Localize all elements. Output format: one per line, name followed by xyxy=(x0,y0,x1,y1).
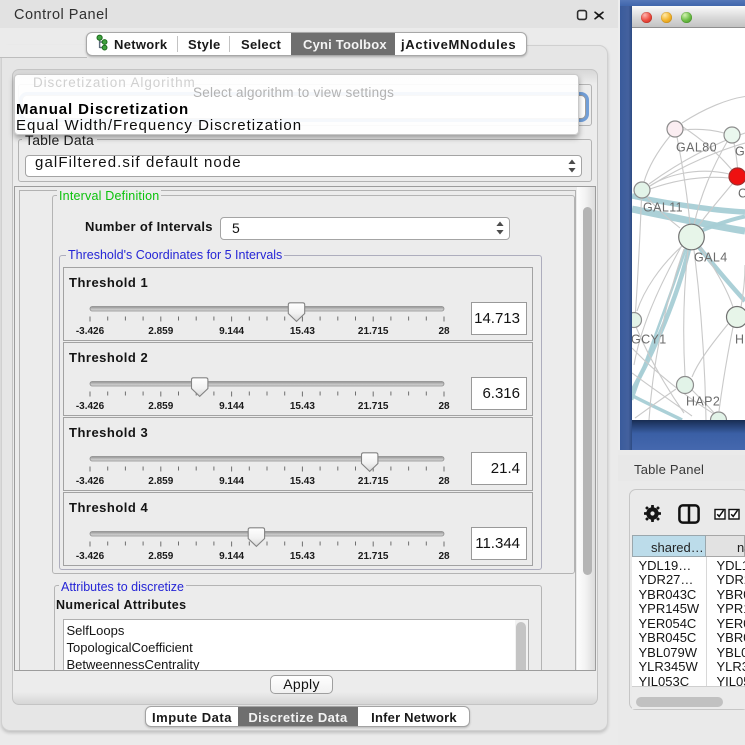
svg-text:28: 28 xyxy=(438,401,450,412)
svg-text:-3.426: -3.426 xyxy=(76,326,105,337)
svg-text:21.715: 21.715 xyxy=(358,476,389,487)
svg-text:2.859: 2.859 xyxy=(148,326,173,337)
svg-text:15.43: 15.43 xyxy=(290,401,315,412)
svg-text:GCY1: GCY1 xyxy=(632,333,667,347)
svg-text:28: 28 xyxy=(438,326,450,337)
svg-text:9.144: 9.144 xyxy=(219,551,244,562)
svg-text:15.43: 15.43 xyxy=(290,551,315,562)
svg-text:-3.426: -3.426 xyxy=(76,401,105,412)
svg-text:-3.426: -3.426 xyxy=(76,476,105,487)
svg-text:2.859: 2.859 xyxy=(148,476,173,487)
svg-text:2.859: 2.859 xyxy=(148,401,173,412)
svg-text:28: 28 xyxy=(438,551,450,562)
svg-text:CDC: CDC xyxy=(738,187,745,201)
svg-text:9.144: 9.144 xyxy=(219,326,244,337)
svg-text:9.144: 9.144 xyxy=(219,401,244,412)
svg-text:GAL11: GAL11 xyxy=(643,201,683,215)
svg-text:GAL80: GAL80 xyxy=(676,141,717,155)
svg-text:HAP2: HAP2 xyxy=(686,395,720,409)
svg-text:GAL4: GAL4 xyxy=(694,251,728,265)
svg-text:15.43: 15.43 xyxy=(290,476,315,487)
svg-text:GAL7: GAL7 xyxy=(735,145,745,159)
svg-text:-3.426: -3.426 xyxy=(76,551,105,562)
svg-text:21.715: 21.715 xyxy=(358,401,389,412)
svg-text:9.144: 9.144 xyxy=(219,476,244,487)
svg-text:21.715: 21.715 xyxy=(358,551,389,562)
svg-text:15.43: 15.43 xyxy=(290,326,315,337)
svg-text:HIS7: HIS7 xyxy=(735,333,745,347)
svg-text:28: 28 xyxy=(438,476,450,487)
svg-text:21.715: 21.715 xyxy=(358,326,389,337)
svg-text:2.859: 2.859 xyxy=(148,551,173,562)
